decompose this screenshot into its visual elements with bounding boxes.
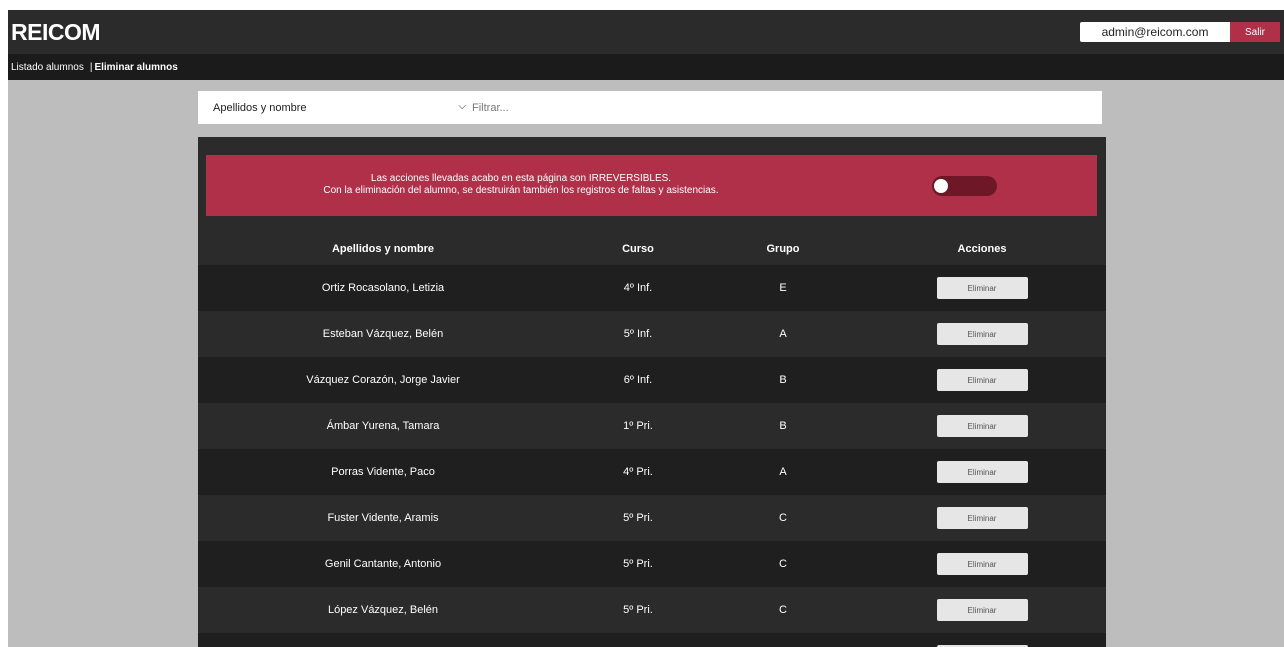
logout-button[interactable]: Salir [1230, 22, 1280, 42]
student-grupo: C [779, 512, 787, 524]
row-actions: Eliminar [858, 403, 1106, 449]
delete-student-button[interactable]: Eliminar [936, 461, 1028, 483]
delete-student-button[interactable]: Eliminar [936, 553, 1028, 575]
table-header: Apellidos y nombre Curso Grupo Acciones [198, 232, 1106, 266]
row-actions: Eliminar [858, 449, 1106, 495]
student-curso: 4º Pri. [623, 466, 653, 478]
header-name: Apellidos y nombre [331, 243, 435, 255]
irreversible-warning: Las acciones llevadas acabo en esta pági… [206, 155, 1097, 216]
nav-link-student-list[interactable]: Listado alumnos [11, 62, 84, 73]
nav-separator: | [89, 61, 93, 73]
student-curso: 5º Pri. [623, 512, 653, 524]
student-curso: 5º Inf. [623, 328, 653, 340]
user-email-box: admin@reicom.com [1080, 22, 1230, 42]
header-acciones: Acciones [957, 243, 1007, 255]
student-name: Ámbar Yurena, Tamara [326, 420, 440, 432]
table-row: Vázquez Corazón, Jorge Javier 6º Inf. B Eli… [198, 357, 1106, 403]
row-actions: Eliminar [858, 311, 1106, 357]
students-table-body: Ortiz Rocasolano, Letizia 4º Inf. E Elimina… [198, 265, 1106, 647]
table-row: Fuster Vidente, Aramis 5º Pri. C Eliminar [198, 495, 1106, 541]
student-grupo: C [779, 558, 787, 570]
header-curso: Curso [622, 243, 654, 255]
student-curso: 4º Inf. [623, 282, 653, 294]
delete-student-button[interactable]: Eliminar [936, 415, 1028, 437]
student-grupo: A [779, 328, 787, 340]
row-actions: Eliminar [858, 495, 1106, 541]
filter-field-select[interactable]: Apellidos y nombre ⌵ [198, 91, 472, 124]
delete-student-button[interactable]: Eliminar [936, 599, 1028, 621]
filter-bar: Apellidos y nombre ⌵ [198, 91, 1102, 124]
student-name: Esteban Vázquez, Belén [322, 328, 444, 340]
header-grupo: Grupo [766, 243, 800, 255]
enable-delete-toggle[interactable] [932, 176, 997, 196]
students-panel: Las acciones llevadas acabo en esta pági… [198, 137, 1106, 647]
table-row: Porras Vidente, Paco 4º Pri. A Eliminar [198, 449, 1106, 495]
table-row: Ámbar Yurena, Tamara 1º Pri. B Eliminar [198, 403, 1106, 449]
student-name: Fuster Vidente, Aramis [327, 512, 439, 524]
row-actions: Eliminar [858, 357, 1106, 403]
table-row: Esteban Vázquez, Belén 5º Inf. A Eliminar [198, 311, 1106, 357]
warning-text: Las acciones llevadas acabo en esta pági… [206, 173, 836, 197]
breadcrumb-nav: Listado alumnos | Eliminar alumnos [8, 54, 1284, 80]
student-grupo: B [779, 374, 787, 386]
student-grupo: A [779, 466, 787, 478]
chevron-down-icon: ⌵ [458, 101, 466, 112]
top-bar: REICOM admin@reicom.com Salir [8, 10, 1284, 54]
filter-field-value: Apellidos y nombre [213, 101, 307, 114]
student-name [198, 633, 568, 647]
row-actions: Eliminar [858, 587, 1106, 633]
student-name: Ortiz Rocasolano, Letizia [321, 282, 445, 294]
table-row: Ortiz Rocasolano, Letizia 4º Inf. E Elimina… [198, 265, 1106, 311]
app-frame: REICOM admin@reicom.com Salir Listado al… [8, 10, 1284, 647]
brand-logo: REICOM [11, 19, 101, 45]
student-name: Vázquez Corazón, Jorge Javier [306, 374, 460, 386]
student-name: López Vázquez, Belén [327, 604, 439, 616]
student-curso: 5º Pri. [623, 604, 653, 616]
delete-student-button[interactable]: Eliminar [936, 507, 1028, 529]
row-actions: Eliminar [858, 265, 1106, 311]
warning-line-1: Las acciones llevadas acabo en esta pági… [370, 173, 672, 184]
filter-input[interactable] [472, 92, 1072, 123]
nav-link-delete-students[interactable]: Eliminar alumnos [94, 62, 177, 73]
student-grupo: E [779, 282, 787, 294]
student-curso: 5º Pri. [623, 558, 653, 570]
student-curso: 1º Pri. [623, 420, 653, 432]
student-curso: 6º Inf. [623, 374, 653, 386]
table-row: López Vázquez, Belén 5º Pri. C Eliminar [198, 587, 1106, 633]
delete-student-button[interactable]: Eliminar [936, 277, 1028, 299]
student-grupo: B [779, 420, 787, 432]
student-grupo [708, 633, 858, 647]
row-actions: Eliminar [858, 541, 1106, 587]
delete-student-button[interactable]: Eliminar [936, 323, 1028, 345]
warning-line-2: Con la eliminación del alumno, se destru… [323, 185, 719, 196]
table-row: Genil Cantante, Antonio 5º Pri. C Eliminar [198, 541, 1106, 587]
row-actions: Eliminar [858, 633, 1106, 647]
student-curso [568, 633, 708, 647]
delete-student-button[interactable]: Eliminar [936, 369, 1028, 391]
table-row: Eliminar [198, 633, 1106, 647]
student-grupo: C [779, 604, 787, 616]
toggle-knob [934, 179, 948, 193]
student-name: Genil Cantante, Antonio [324, 558, 442, 570]
student-name: Porras Vidente, Paco [331, 466, 435, 478]
